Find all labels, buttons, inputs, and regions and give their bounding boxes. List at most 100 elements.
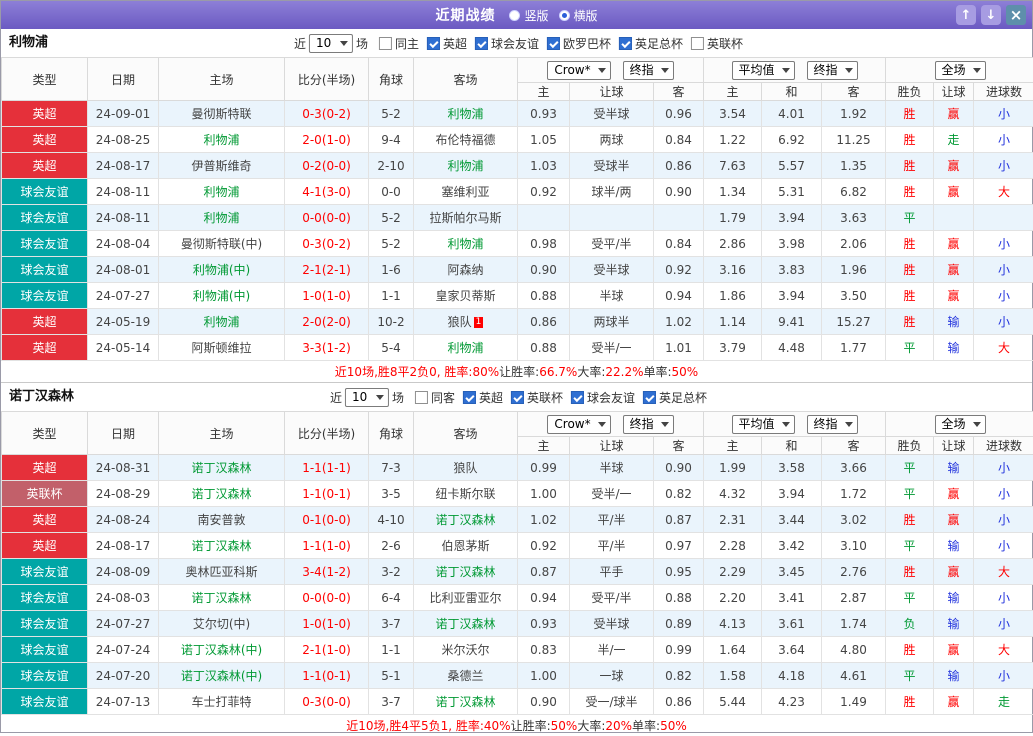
match-row: 英超24-08-31诺丁汉森林1-1(1-1)7-3狼队0.99半球0.901.… — [2, 455, 1033, 481]
filter-checkbox[interactable]: 英超 — [427, 35, 467, 52]
layout-radio-1[interactable]: 横版 — [559, 7, 598, 24]
eu-away-odds: 2.87 — [822, 585, 886, 611]
league-badge: 英超 — [2, 309, 88, 335]
odds-stage-select[interactable]: 终指 — [807, 415, 858, 434]
odds-stage-select[interactable]: 终指 — [623, 61, 674, 80]
filter-checkbox[interactable]: 英联杯 — [691, 35, 743, 52]
team-title: 诺丁汉森林 — [9, 383, 74, 411]
match-count-select[interactable]: 10 — [345, 388, 389, 407]
move-up-button[interactable]: ↑ — [956, 5, 976, 25]
move-down-button[interactable]: ↓ — [981, 5, 1001, 25]
checkbox-label: 球会友谊 — [491, 35, 539, 52]
match-result: 平 — [886, 663, 934, 689]
average-odds-select[interactable]: 平均值 — [732, 415, 795, 434]
filter-checkbox[interactable]: 英足总杯 — [643, 389, 707, 406]
home-team: 利物浦(中) — [159, 283, 285, 309]
eu-away-odds: 6.82 — [822, 179, 886, 205]
sections-container: 利物浦近10场同主英超球会友谊欧罗巴杯英足总杯英联杯类型日期主场比分(半场)角球… — [1, 29, 1032, 736]
eu-home-odds: 1.22 — [704, 127, 762, 153]
league-badge: 球会友谊 — [2, 231, 88, 257]
match-result: 胜 — [886, 127, 934, 153]
filter-checkbox[interactable]: 球会友谊 — [571, 389, 635, 406]
eu-home-odds: 7.63 — [704, 153, 762, 179]
select-value: 终指 — [630, 418, 654, 430]
filter-checkbox[interactable]: 英足总杯 — [619, 35, 683, 52]
scope-select[interactable]: 全场 — [935, 415, 986, 434]
bookmaker-select[interactable]: Crow* — [547, 61, 610, 80]
corner-score: 5-4 — [369, 335, 414, 361]
match-date: 24-08-01 — [88, 257, 159, 283]
select-value: 10 — [352, 391, 367, 403]
away-team: 桑德兰 — [414, 663, 518, 689]
ou-result: 大 — [974, 179, 1033, 205]
away-team: 塞维利亚 — [414, 179, 518, 205]
eu-draw-odds: 4.18 — [762, 663, 822, 689]
match-row: 英超24-08-17诺丁汉森林1-1(1-0)2-6伯恩茅斯0.92平/半0.9… — [2, 533, 1033, 559]
score: 2-0(1-0) — [285, 127, 369, 153]
match-row: 球会友谊24-07-20诺丁汉森林(中)1-1(0-1)5-1桑德兰1.00一球… — [2, 663, 1033, 689]
ah-home-odds: 0.93 — [518, 101, 570, 127]
checkbox-label: 英超 — [443, 35, 467, 52]
away-team-name: 米尔沃尔 — [441, 643, 489, 657]
match-row: 球会友谊24-07-27艾尔切(中)1-0(1-0)3-7诺丁汉森林0.93受半… — [2, 611, 1033, 637]
team-section: 利物浦近10场同主英超球会友谊欧罗巴杯英足总杯英联杯类型日期主场比分(半场)角球… — [1, 29, 1032, 382]
scope-select[interactable]: 全场 — [935, 61, 986, 80]
match-date: 24-08-11 — [88, 179, 159, 205]
ah-home-odds: 1.02 — [518, 507, 570, 533]
checkbox-checked-icon — [463, 391, 476, 404]
league-badge: 球会友谊 — [2, 663, 88, 689]
filter-checkbox[interactable]: 英超 — [463, 389, 503, 406]
match-result: 胜 — [886, 283, 934, 309]
ah-line: 受半球 — [570, 101, 654, 127]
ah-home-odds: 0.99 — [518, 455, 570, 481]
match-result: 胜 — [886, 231, 934, 257]
dropdown-arrow-icon — [661, 68, 669, 73]
checkbox-checked-icon — [571, 391, 584, 404]
bookmaker-select[interactable]: Crow* — [547, 415, 610, 434]
dropdown-arrow-icon — [598, 68, 606, 73]
ah-away-odds: 0.86 — [654, 153, 704, 179]
home-team: 奥林匹亚科斯 — [159, 559, 285, 585]
filter-checkbox[interactable]: 欧罗巴杯 — [547, 35, 611, 52]
euro-odds-header: 平均值终指 — [704, 58, 886, 83]
close-button[interactable]: × — [1006, 5, 1026, 25]
odds-stage-select[interactable]: 终指 — [807, 61, 858, 80]
summary-segment: 让胜率: — [511, 717, 551, 734]
ou-result: 大 — [974, 637, 1033, 663]
eu-home-odds: 1.14 — [704, 309, 762, 335]
league-badge: 英超 — [2, 335, 88, 361]
results-table: 类型日期主场比分(半场)角球客场Crow*终指平均值终指全场主让球客主和客胜负让… — [1, 57, 1033, 361]
filter-checkbox[interactable]: 英联杯 — [511, 389, 563, 406]
ah-home-odds: 1.05 — [518, 127, 570, 153]
eu-draw-odds: 5.31 — [762, 179, 822, 205]
dropdown-arrow-icon — [973, 422, 981, 427]
away-team-name: 比利亚雷亚尔 — [429, 591, 501, 605]
ou-result: 小 — [974, 153, 1033, 179]
ah-result: 走 — [934, 127, 974, 153]
layout-radio-0[interactable]: 竖版 — [509, 7, 548, 24]
ah-away-odds: 0.92 — [654, 257, 704, 283]
match-date: 24-08-17 — [88, 533, 159, 559]
eu-draw-odds: 4.01 — [762, 101, 822, 127]
ou-result: 小 — [974, 585, 1033, 611]
average-odds-select[interactable]: 平均值 — [732, 61, 795, 80]
odds-stage-select[interactable]: 终指 — [623, 415, 674, 434]
ah-result: 赢 — [934, 101, 974, 127]
games-label: 场 — [392, 389, 404, 406]
checkbox-checked-icon — [427, 37, 440, 50]
eu-draw-odds: 4.23 — [762, 689, 822, 715]
filter-checkbox[interactable]: 同主 — [379, 35, 419, 52]
ou-result — [974, 205, 1033, 231]
filter-checkbox[interactable]: 同客 — [415, 389, 455, 406]
ah-line: 平手 — [570, 559, 654, 585]
eu-away-odds: 1.72 — [822, 481, 886, 507]
match-count-select[interactable]: 10 — [309, 34, 353, 53]
ah-line: 受球半 — [570, 153, 654, 179]
radio-unselected-icon — [509, 10, 520, 21]
ah-line: 受半/一 — [570, 481, 654, 507]
score: 0-2(0-0) — [285, 153, 369, 179]
filter-checkbox[interactable]: 球会友谊 — [475, 35, 539, 52]
league-badge: 球会友谊 — [2, 585, 88, 611]
ah-home-odds: 0.94 — [518, 585, 570, 611]
sub-col-header: 和 — [762, 83, 822, 101]
